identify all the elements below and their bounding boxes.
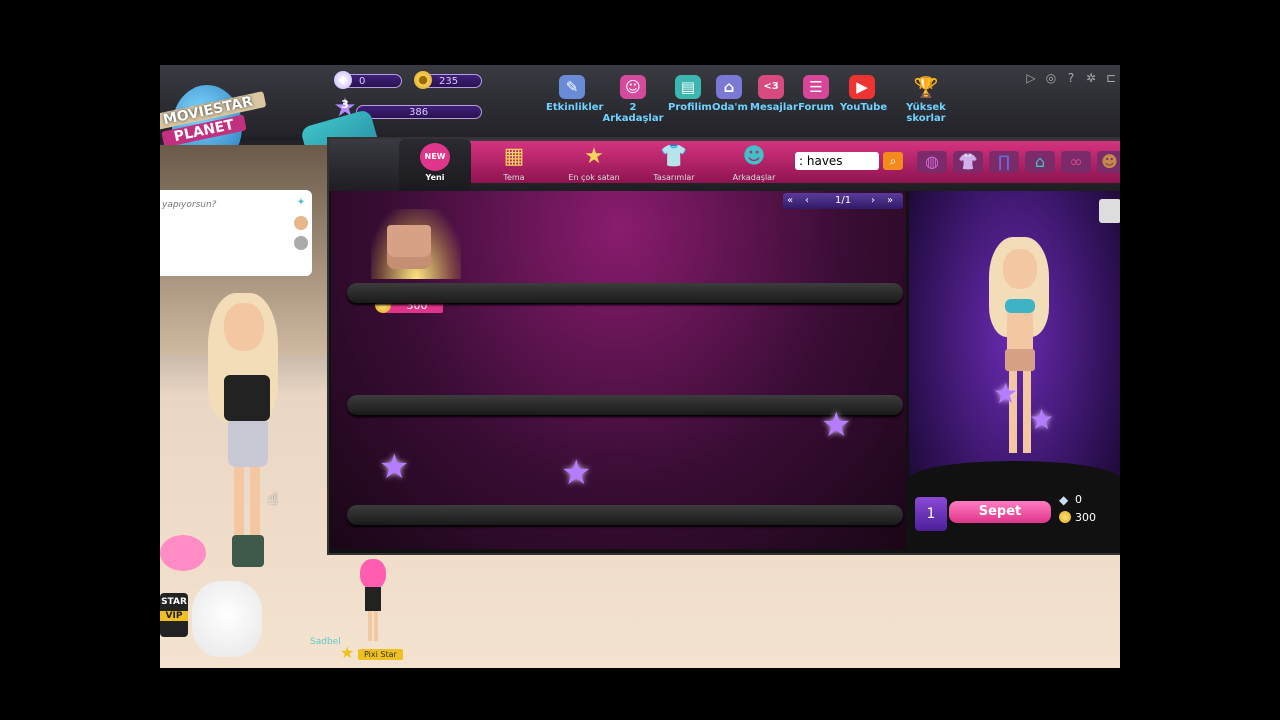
xp-bar: 386: [356, 105, 482, 119]
clipboard-icon: ✎: [559, 75, 585, 99]
category-hair-icon[interactable]: ☻: [1097, 151, 1120, 173]
shop-item-shorts[interactable]: [387, 225, 431, 269]
shop-panel: NEW Yeni ▦ Tema ★ En çok satan 👕 Tasarım…: [327, 137, 1120, 555]
tab-en-cok-satan[interactable]: ★ En çok satan: [554, 139, 634, 191]
other-avatar[interactable]: [360, 559, 386, 645]
vip-badge[interactable]: STAR VIP: [160, 593, 188, 637]
cart-coins: 300: [1075, 511, 1096, 524]
exit-icon[interactable]: ⊏: [1104, 71, 1118, 85]
avatar-name-label: Pixi Star: [358, 649, 403, 660]
nav-profilim[interactable]: ▤ Profilim: [668, 75, 712, 113]
house-icon: ⌂: [716, 75, 742, 99]
pet-cat[interactable]: [192, 581, 262, 657]
chat-bubble: yapıyorsun? ✦: [160, 190, 312, 276]
settings-ring-icon[interactable]: ◎: [1044, 71, 1058, 85]
trophy-icon: 🏆: [913, 75, 939, 99]
sparkle-star-icon: ★: [993, 377, 1019, 410]
youtube-icon: ▶: [849, 75, 875, 99]
last-page-icon[interactable]: »: [887, 193, 893, 209]
top-bar: MOVIESTAR PLANET 0 ◆ 235 ● ★ 3 386 ✎ Etk…: [160, 65, 1120, 169]
sparkle-star-icon: ★: [1029, 403, 1055, 436]
friends-icon: ☻: [742, 144, 766, 169]
nav-arkadaslar[interactable]: ☺ 2 Arkadaşlar: [602, 75, 664, 124]
nav-youtube[interactable]: ▶ YouTube: [840, 75, 887, 113]
nav-forum[interactable]: ☰ Forum: [798, 75, 834, 113]
gear-icon[interactable]: ✲: [1084, 71, 1098, 85]
pin-icon[interactable]: ✦: [294, 196, 308, 210]
tab-arkadaslar[interactable]: ☻ Arkadaşlar: [719, 139, 789, 191]
nav-yuksek-skorlar[interactable]: 🏆 Yüksek skorlar: [888, 75, 964, 124]
nav-etkinlikler[interactable]: ✎ Etkinlikler: [546, 75, 603, 113]
new-badge-icon: NEW: [420, 143, 450, 171]
avatar-preview: ★ ★ 1 Sepet ◆ 0 300: [909, 191, 1120, 547]
help-icon[interactable]: ?: [1064, 71, 1078, 85]
tab-tasarimlar[interactable]: 👕 Tasarımlar: [639, 139, 709, 191]
sparkle-star-icon: ★: [379, 447, 410, 487]
game-window: MOVIESTAR PLANET 0 ◆ 235 ● ★ 3 386 ✎ Etk…: [160, 65, 1120, 668]
pagination: « ‹ 1/1 › »: [783, 193, 903, 209]
room-icon[interactable]: [1099, 199, 1120, 223]
diamond-icon: ◆: [334, 71, 352, 89]
level-number: 3: [341, 98, 349, 111]
nav-odam[interactable]: ⌂ Oda'm: [712, 75, 748, 113]
sparkle-star-icon: ★: [561, 453, 592, 493]
first-page-icon[interactable]: «: [787, 193, 793, 209]
next-page-icon[interactable]: ›: [871, 193, 875, 209]
search-icon[interactable]: ⌕: [883, 152, 903, 170]
shop-tabs: NEW Yeni ▦ Tema ★ En çok satan 👕 Tasarım…: [329, 139, 1120, 191]
category-bag-icon[interactable]: ◍: [917, 151, 947, 173]
search-input[interactable]: [795, 152, 879, 170]
star-icon: ★: [584, 144, 604, 169]
avatar-face-icon[interactable]: [294, 216, 308, 230]
pet-icon[interactable]: [294, 236, 308, 250]
coin-icon: ●: [414, 71, 432, 89]
category-shoes-icon[interactable]: ⌂: [1025, 151, 1055, 173]
tab-tema[interactable]: ▦ Tema: [479, 139, 549, 191]
shop-item-grid: « ‹ 1/1 › » 300 ★ ★ ★: [331, 191, 906, 549]
category-glasses-icon[interactable]: ∞: [1061, 151, 1091, 173]
shelf: [347, 395, 903, 415]
tab-yeni[interactable]: NEW Yeni: [399, 139, 471, 191]
cart-diamond-icon: ◆: [1059, 493, 1069, 507]
shelf: [347, 283, 903, 303]
sepet-button[interactable]: Sepet: [949, 501, 1051, 523]
piggy-bank-icon[interactable]: [160, 535, 206, 571]
shirt-icon: 👕: [660, 144, 688, 169]
nav-mesajlar[interactable]: <3 Mesajlar: [750, 75, 798, 113]
shelf: [347, 505, 903, 525]
book-icon: ▤: [675, 75, 701, 99]
category-pants-icon[interactable]: ∏: [989, 151, 1019, 173]
star-icon: ★: [340, 643, 355, 662]
cart-diamonds: 0: [1075, 493, 1082, 506]
play-icon[interactable]: ▷: [1024, 71, 1038, 85]
cart-bag-icon[interactable]: 1: [915, 497, 947, 531]
grid-icon: ▦: [503, 144, 525, 169]
prev-page-icon[interactable]: ‹: [805, 193, 809, 209]
sparkle-star-icon: ★: [821, 405, 852, 445]
message-icon: <3: [758, 75, 784, 99]
page-indicator: 1/1: [835, 195, 852, 206]
forum-icon: ☰: [803, 75, 829, 99]
cursor-hand-icon: ☝: [268, 489, 278, 508]
friends-icon: ☺: [620, 75, 646, 99]
category-top-icon[interactable]: 👚: [953, 151, 983, 173]
cart-coin-icon: [1059, 511, 1071, 523]
avatar-name-label: Sadbel: [310, 637, 341, 647]
